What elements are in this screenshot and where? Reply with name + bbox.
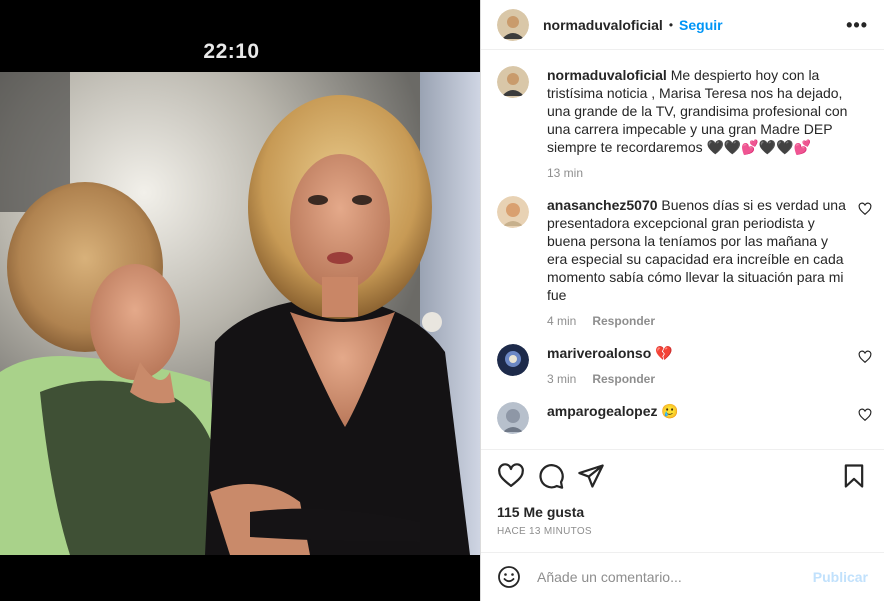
header-separator: • [668,17,674,32]
comment-icon[interactable] [537,462,565,490]
comment-content: 🥲 [661,403,679,419]
comment-meta: 4 min Responder [547,314,846,328]
reply-button[interactable]: Responder [592,372,655,386]
action-icons [497,462,868,490]
post-timestamp: HACE 13 MINUTOS [497,526,592,537]
like-comment-heart-icon[interactable] [858,350,872,364]
comment-content: 💔 [655,345,673,361]
comment-input[interactable] [537,569,813,585]
comment-avatar[interactable] [497,402,529,434]
like-comment-heart-icon[interactable] [858,408,872,422]
comment-username[interactable]: mariveroalonso [547,345,651,361]
comment-time: 4 min [547,314,577,328]
comment-body: amparogealopez 🥲 [547,402,868,434]
comment-meta: 3 min Responder [547,372,846,386]
comment-item: amparogealopez 🥲 [497,402,872,434]
comment-body: anasanchez5070 Buenos días si es verdad … [547,196,868,328]
comment-item: mariveroalonso 💔 3 min Responder [497,344,872,386]
caption-meta: 13 min [547,166,868,180]
heart-icon[interactable] [497,462,525,490]
post-side-panel: normaduvaloficial • Seguir ••• normaduva… [480,0,884,601]
post-header: normaduvaloficial • Seguir ••• [481,0,884,50]
instagram-post-view: 22:10 normaduvaloficial • Seguir ••• nor… [0,0,884,601]
comments-list[interactable]: normaduvaloficial Me despierto hoy con l… [481,50,884,449]
caption-time: 13 min [547,166,584,180]
media-letterbox-bottom [0,555,480,601]
caption-username[interactable]: normaduvaloficial [547,67,667,83]
tv-clock-overlay: 22:10 [203,40,260,63]
comment-text: amparogealopez 🥲 [547,402,846,420]
more-options-icon[interactable]: ••• [846,16,868,34]
comment-item: anasanchez5070 Buenos días si es verdad … [497,196,872,328]
follow-button[interactable]: Seguir [679,17,723,33]
comment-username[interactable]: amparogealopez [547,403,657,419]
comment-text: mariveroalonso 💔 [547,344,846,362]
comment-text: anasanchez5070 Buenos días si es verdad … [547,196,846,304]
author-avatar[interactable] [497,8,529,41]
comment-avatar[interactable] [497,344,529,376]
comment-body: mariveroalonso 💔 3 min Responder [547,344,868,386]
reply-button[interactable]: Responder [592,314,655,328]
comment-avatar[interactable] [497,196,529,228]
caption-text: normaduvaloficial Me despierto hoy con l… [547,66,868,156]
caption-body: normaduvaloficial Me despierto hoy con l… [547,66,868,180]
post-photo [0,72,480,555]
post-caption: normaduvaloficial Me despierto hoy con l… [497,66,868,180]
caption-avatar[interactable] [497,66,529,98]
comment-time: 3 min [547,372,577,386]
author-username[interactable]: normaduvaloficial [543,17,663,33]
post-media[interactable]: 22:10 [0,0,480,601]
share-icon[interactable] [577,462,605,490]
emoji-icon[interactable] [497,565,521,589]
publish-button[interactable]: Publicar [813,569,868,585]
comment-composer: Publicar [481,552,884,601]
post-actions: 115 Me gusta HACE 13 MINUTOS [481,449,884,537]
comment-username[interactable]: anasanchez5070 [547,197,658,213]
like-comment-heart-icon[interactable] [858,202,872,216]
likes-count[interactable]: 115 Me gusta [497,504,868,520]
bookmark-icon[interactable] [840,462,868,490]
